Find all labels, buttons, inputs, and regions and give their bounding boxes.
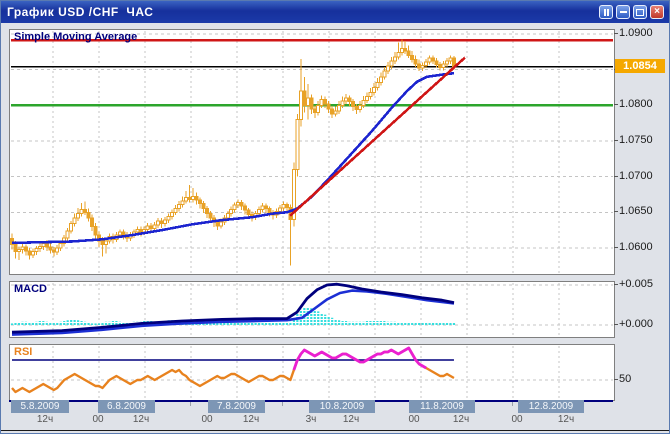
window-bottom-edge <box>1 430 670 431</box>
current-price-badge: 1.0854 <box>615 59 665 73</box>
time-label: 00 <box>408 414 419 425</box>
price-tick-label: 1.0800 <box>619 99 653 110</box>
price-tick-label: 1.0900 <box>619 28 653 39</box>
title-bar: График USD /CHF ЧАС <box>1 1 669 23</box>
maximize-icon <box>636 9 644 16</box>
axis-tick <box>614 140 618 141</box>
time-label: 12ч <box>243 414 259 425</box>
time-label: 00 <box>511 414 522 425</box>
macd-panel[interactable]: MACD <box>9 281 615 338</box>
pause-icon <box>604 9 609 16</box>
price-tick-label: 1.0600 <box>619 242 653 253</box>
minimize-icon <box>620 11 627 13</box>
date-label: 11.8.2009 <box>409 400 475 413</box>
date-label: 10.8.2009 <box>309 400 375 413</box>
maximize-button[interactable] <box>633 5 647 19</box>
macd-tick-label: +0.005 <box>619 279 653 290</box>
price-tick-label: 1.0700 <box>619 171 653 182</box>
pause-button[interactable] <box>599 5 613 19</box>
axis-tick <box>614 33 618 34</box>
axis-tick <box>614 104 618 105</box>
rsi-tick-label: 50 <box>619 374 631 385</box>
time-label: 12ч <box>343 414 359 425</box>
minimize-button[interactable] <box>616 5 630 19</box>
date-label: 5.8.2009 <box>11 400 69 413</box>
time-label: 12ч <box>453 414 469 425</box>
time-label: 00 <box>92 414 103 425</box>
window-title: График USD /CHF ЧАС <box>7 5 153 19</box>
axis-tick <box>614 247 618 248</box>
time-label: 12ч <box>133 414 149 425</box>
rsi-label: RSI <box>14 346 32 358</box>
date-label: 6.8.2009 <box>98 400 155 413</box>
axis-tick <box>614 324 618 325</box>
axis-tick <box>614 379 618 380</box>
window-controls: × <box>599 5 664 19</box>
time-label: 12ч <box>558 414 574 425</box>
date-label: 7.8.2009 <box>208 400 265 413</box>
axis-tick <box>614 211 618 212</box>
time-label: 3ч <box>306 414 317 425</box>
macd-label: MACD <box>14 283 47 295</box>
macd-tick-label: +0.000 <box>619 319 653 330</box>
close-button[interactable]: × <box>650 5 664 19</box>
price-chart-panel[interactable]: Simple Moving Average <box>9 29 615 275</box>
axis-tick <box>614 284 618 285</box>
price-tick-label: 1.0750 <box>619 135 653 146</box>
time-label: 00 <box>201 414 212 425</box>
price-tick-label: 1.0650 <box>619 206 653 217</box>
close-icon: × <box>654 7 660 17</box>
rsi-panel[interactable]: RSI <box>9 344 615 401</box>
time-label: 12ч <box>37 414 53 425</box>
sma-legend: Simple Moving Average <box>14 31 137 43</box>
date-label: 12.8.2009 <box>518 400 584 413</box>
axis-tick <box>614 176 618 177</box>
app-window: График USD /CHF ЧАС × Simple Moving Aver… <box>0 0 670 434</box>
